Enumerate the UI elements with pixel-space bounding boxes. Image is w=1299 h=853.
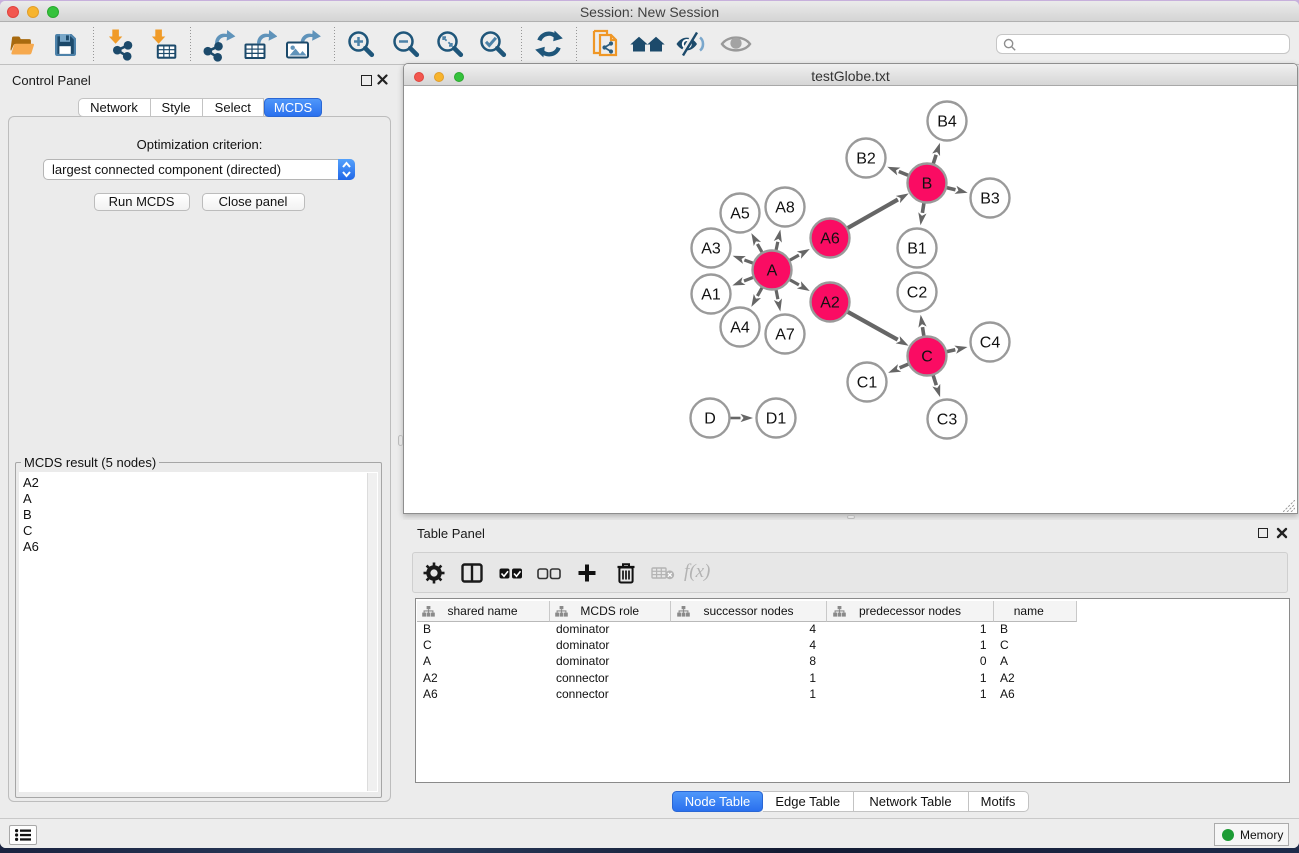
svg-text:B3: B3	[980, 191, 1000, 208]
svg-text:C3: C3	[937, 412, 958, 429]
svg-text:A3: A3	[701, 241, 721, 258]
svg-text:A7: A7	[775, 327, 795, 344]
svg-text:A1: A1	[701, 287, 721, 304]
svg-text:A6: A6	[820, 231, 840, 248]
svg-text:B1: B1	[907, 241, 927, 258]
svg-text:A5: A5	[730, 206, 750, 223]
svg-text:B: B	[922, 176, 933, 193]
svg-text:A: A	[767, 263, 778, 280]
svg-text:A8: A8	[775, 200, 795, 217]
svg-text:C4: C4	[980, 335, 1001, 352]
svg-text:D1: D1	[766, 411, 787, 428]
svg-text:A2: A2	[820, 295, 840, 312]
svg-text:C1: C1	[857, 375, 878, 392]
svg-text:A4: A4	[730, 320, 750, 337]
svg-text:C2: C2	[907, 285, 928, 302]
svg-text:D: D	[704, 411, 716, 428]
svg-text:B2: B2	[856, 151, 876, 168]
svg-text:B4: B4	[937, 114, 957, 131]
svg-text:C: C	[921, 349, 933, 366]
